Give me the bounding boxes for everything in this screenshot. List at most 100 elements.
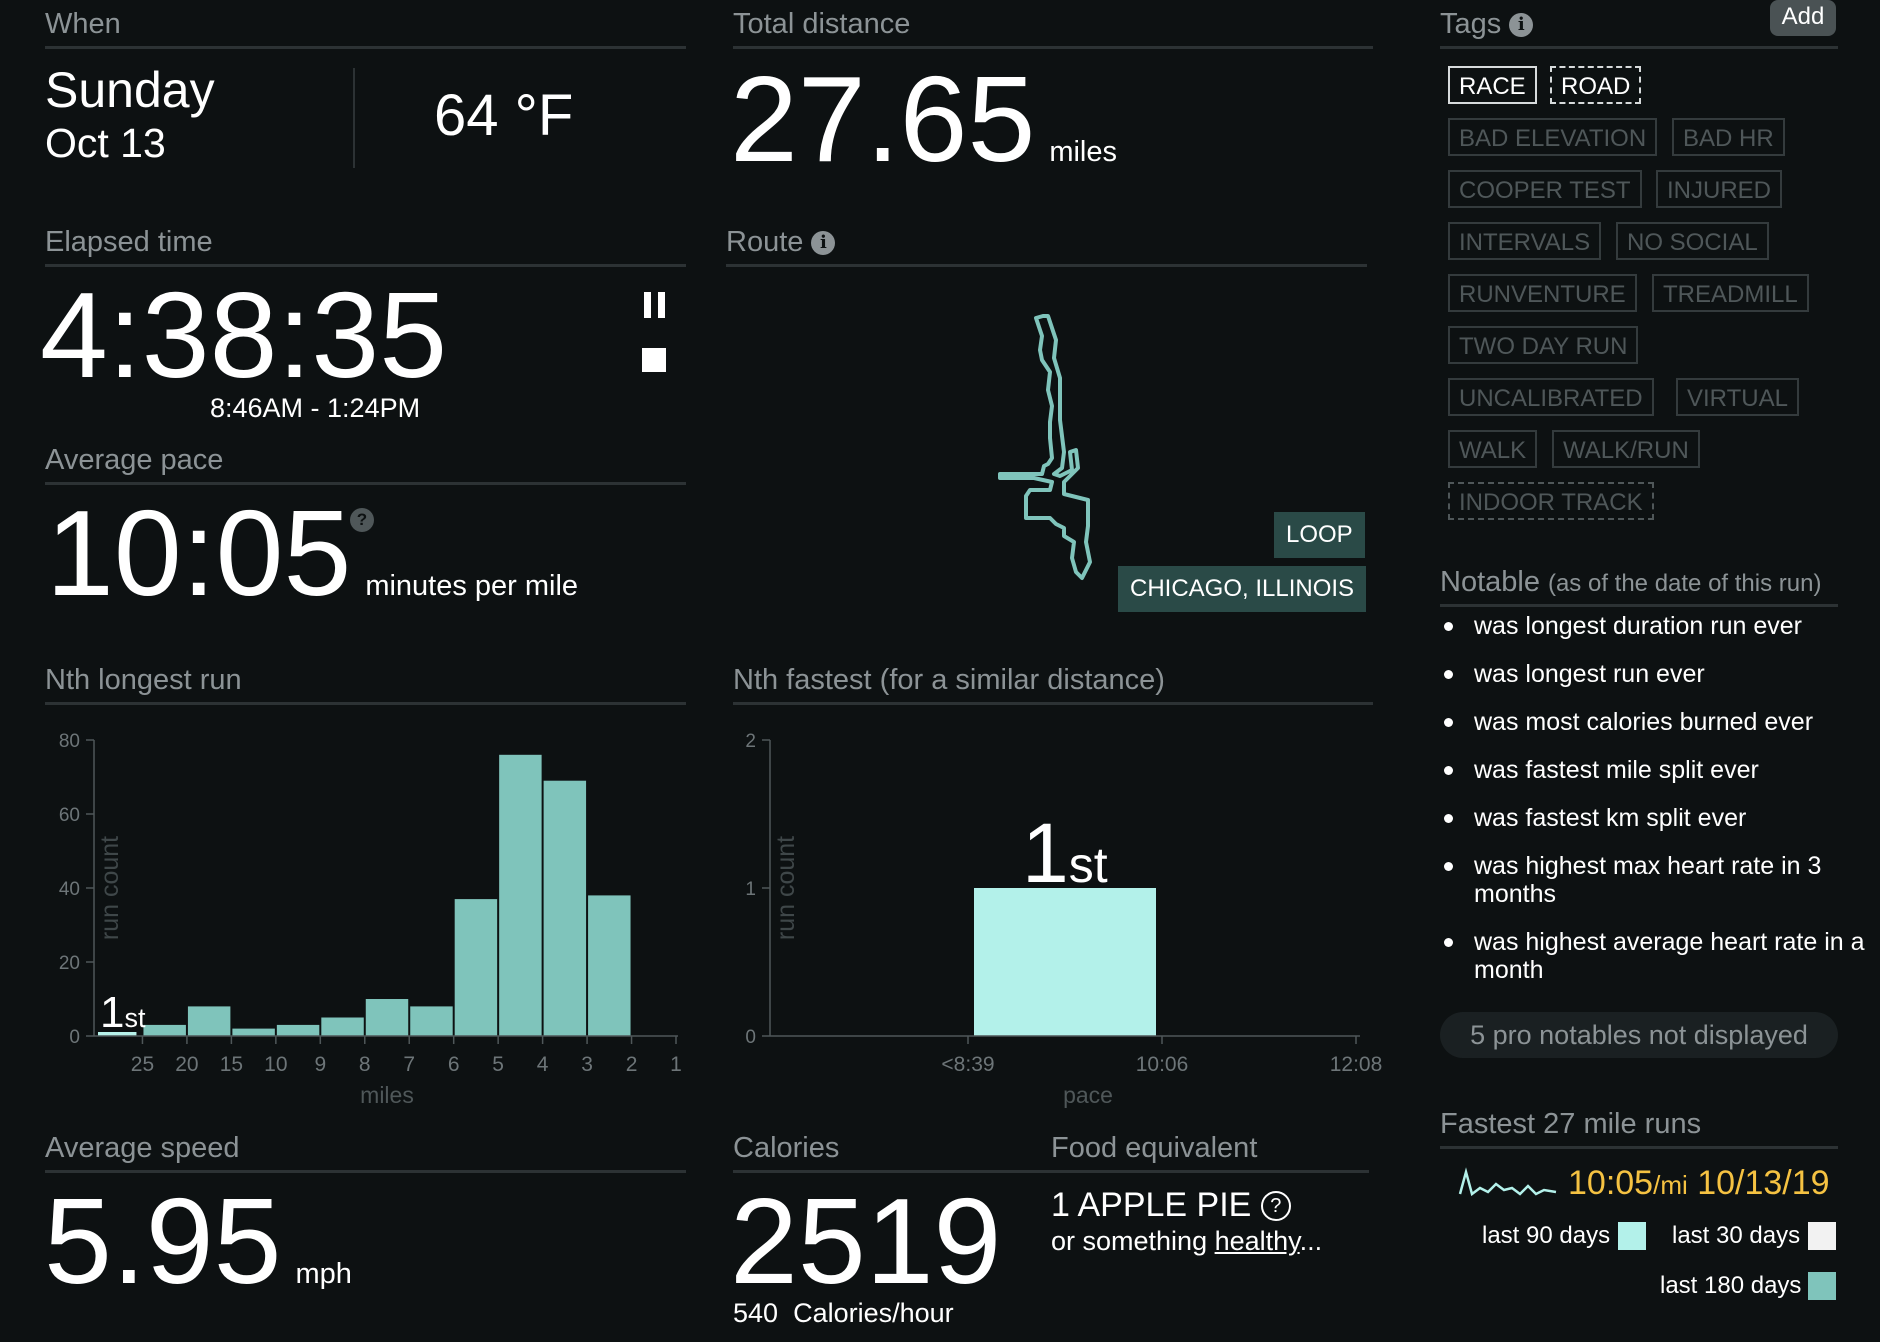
pace-number: 10:05 xyxy=(46,485,352,621)
tag-virtual[interactable]: VIRTUAL xyxy=(1676,378,1799,416)
tag-bad-elevation[interactable]: BAD ELEVATION xyxy=(1448,118,1658,156)
tags-info-icon[interactable]: i xyxy=(1509,13,1534,37)
tag-road[interactable]: ROAD xyxy=(1550,66,1642,104)
pace-help-icon[interactable]: ? xyxy=(350,508,374,532)
x-tick-label: 1 xyxy=(670,1053,682,1076)
histogram-bar xyxy=(454,899,498,1036)
y-axis-label: run count xyxy=(96,836,124,940)
y-tick-label: 40 xyxy=(59,879,80,900)
tag-uncalibrated[interactable]: UNCALIBRATED xyxy=(1448,378,1654,416)
tag-injured[interactable]: INJURED xyxy=(1656,170,1783,208)
tag-indoor-track[interactable]: INDOOR TRACK xyxy=(1448,482,1654,520)
nth-longest-divider xyxy=(45,702,686,705)
route-title: Route i xyxy=(726,226,836,259)
fastest-run-date: 10/13/19 xyxy=(1697,1164,1830,1202)
histogram-bar xyxy=(365,999,409,1036)
route-info-icon[interactable]: i xyxy=(811,231,836,255)
histogram-bar xyxy=(187,1006,231,1036)
when-divider xyxy=(45,46,686,49)
legend-label: last 90 days xyxy=(1482,1222,1611,1249)
tag-runventure[interactable]: RUNVENTURE xyxy=(1448,274,1637,312)
notable-item: was longest duration run ever xyxy=(1440,612,1880,640)
nth-longest-title: Nth longest run xyxy=(45,664,242,696)
tags-divider xyxy=(1440,46,1838,49)
route-title-text: Route xyxy=(726,226,804,258)
speed-unit: mph xyxy=(295,1258,352,1290)
tag-walk[interactable]: WALK xyxy=(1448,430,1538,468)
fastest-runs-divider xyxy=(1440,1146,1838,1149)
tag-no-social[interactable]: NO SOCIAL xyxy=(1616,222,1769,260)
pause-stop-icon[interactable] xyxy=(640,292,670,374)
tag-two-day-run[interactable]: TWO DAY RUN xyxy=(1448,326,1639,364)
fastest-run-entry[interactable]: 10:05/mi 10/13/19 xyxy=(1568,1164,1830,1203)
x-tick-label: 8 xyxy=(359,1053,371,1076)
x-tick-label: 6 xyxy=(448,1053,460,1076)
notable-item: was fastest mile split ever xyxy=(1440,756,1880,784)
x-tick-label: 7 xyxy=(403,1053,415,1076)
elapsed-title: Elapsed time xyxy=(45,226,213,258)
route-map[interactable] xyxy=(990,310,1100,590)
food-alternative: or something healthy... xyxy=(1051,1226,1322,1257)
pro-notables-button[interactable]: 5 pro notables not displayed xyxy=(1440,1012,1838,1058)
route-divider xyxy=(726,264,1367,267)
food-alt-suffix: ... xyxy=(1299,1226,1323,1256)
food-help-icon[interactable]: ? xyxy=(1260,1191,1291,1221)
x-tick-label: 25 xyxy=(131,1053,154,1076)
y-axis-label: run count xyxy=(772,836,800,940)
x-axis-label: miles xyxy=(360,1082,414,1108)
fastest-rank-number: 1 xyxy=(1022,806,1069,900)
food-title: Food equivalent xyxy=(1051,1132,1258,1164)
y-tick-label: 2 xyxy=(745,731,756,752)
legend-label: last 30 days xyxy=(1672,1222,1801,1249)
notable-title-text: Notable xyxy=(1440,566,1540,598)
food-value-row: 1 APPLE PIE ? xyxy=(1051,1186,1291,1225)
y-tick-label: 1 xyxy=(745,879,756,900)
notable-item: was highest average heart rate in a mont… xyxy=(1440,928,1880,984)
x-tick-label: <8:39 xyxy=(941,1053,994,1076)
calories-per-hour: 540 Calories/hour xyxy=(733,1298,954,1329)
route-path xyxy=(998,314,1092,580)
nth-longest-chart: 0 20 40 60 80 run count 25 20 15 10 9 8 7 6 5 4 3 2 1 miles xyxy=(59,731,682,1108)
histogram-bar xyxy=(276,1024,320,1036)
pace-bar xyxy=(974,888,1156,1036)
tag-intervals[interactable]: INTERVALS xyxy=(1448,222,1602,260)
tag-walk-run[interactable]: WALK/RUN xyxy=(1552,430,1700,468)
x-tick-label: 10:06 xyxy=(1136,1053,1189,1076)
elapsed-value: 4:38:35 xyxy=(40,267,448,403)
x-tick-label: 12:08 xyxy=(1330,1053,1383,1076)
distance-unit: miles xyxy=(1049,136,1117,168)
food-value: 1 APPLE PIE xyxy=(1051,1186,1252,1224)
city-label[interactable]: CHICAGO, ILLINOIS xyxy=(1118,566,1367,612)
temperature: 64 °F xyxy=(434,83,574,148)
run-day: Sunday xyxy=(45,62,215,118)
histogram-bar xyxy=(321,1017,364,1036)
when-separator xyxy=(353,68,355,168)
tag-cooper-test[interactable]: COOPER TEST xyxy=(1448,170,1642,208)
y-tick-label: 0 xyxy=(69,1027,80,1048)
avg-pace-title: Average pace xyxy=(45,444,224,476)
x-tick-label: 3 xyxy=(581,1053,593,1076)
when-title: When xyxy=(45,8,121,40)
legend-swatch[interactable] xyxy=(1808,1222,1836,1250)
notable-title: Notable (as of the date of this run) xyxy=(1440,566,1821,599)
histogram-bar xyxy=(143,1024,186,1036)
x-tick-label: 9 xyxy=(314,1053,326,1076)
sparkline-path xyxy=(1458,1167,1557,1197)
legend-swatch[interactable] xyxy=(1618,1222,1646,1250)
x-tick-label: 4 xyxy=(537,1053,549,1076)
notable-item: was most calories burned ever xyxy=(1440,708,1880,736)
add-tag-button[interactable]: Add xyxy=(1770,0,1836,36)
legend-swatch[interactable] xyxy=(1808,1272,1836,1300)
tag-race[interactable]: RACE xyxy=(1448,66,1537,104)
notable-divider xyxy=(1440,604,1838,607)
healthy-link[interactable]: healthy xyxy=(1215,1226,1300,1256)
fastest-runs-title: Fastest 27 mile runs xyxy=(1440,1108,1702,1140)
tag-bad-hr[interactable]: BAD HR xyxy=(1672,118,1785,156)
tag-treadmill[interactable]: TREADMILL xyxy=(1652,274,1809,312)
y-tick-label: 20 xyxy=(59,953,80,974)
legend-label: last 180 days xyxy=(1660,1272,1802,1299)
nth-fastest-divider xyxy=(733,702,1373,705)
histogram-bar xyxy=(543,780,587,1036)
y-tick-label: 60 xyxy=(59,805,80,826)
loop-label[interactable]: LOOP xyxy=(1274,512,1365,558)
